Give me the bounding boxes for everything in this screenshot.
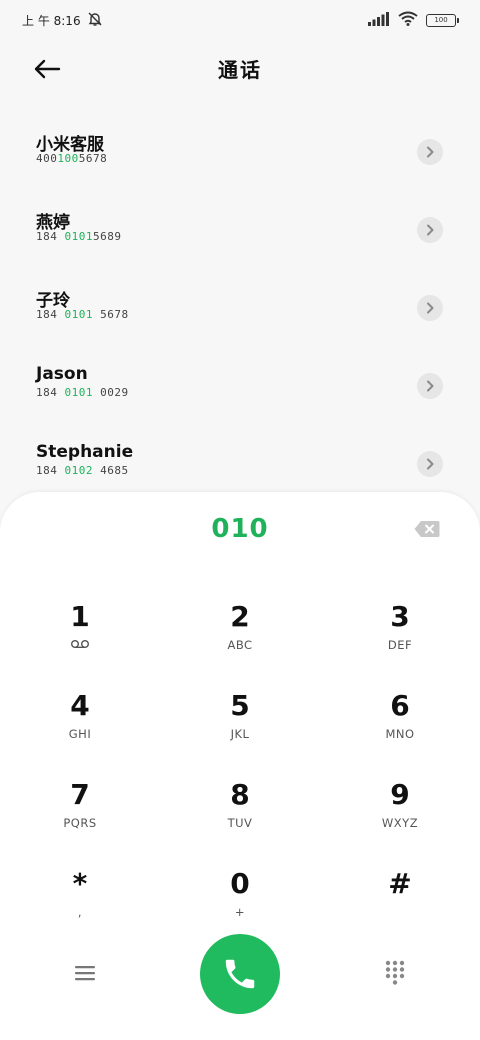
- key-digit: 0: [230, 867, 250, 900]
- key-letters: PQRS: [63, 816, 97, 830]
- dialer-panel: 010 1 2 ABC 3 DEF 4 GHI 5 JKL 6 MNO 7 PQ…: [0, 492, 480, 1040]
- status-left: 上 午 8:16: [22, 11, 103, 30]
- key-digit: 2: [230, 600, 250, 633]
- contact-list: 小米客服 4001005678 燕婷 184 01015689 子玲 184 0…: [0, 116, 480, 506]
- dialer-bottom-bar: [0, 934, 480, 1018]
- number-suffix: 5689: [93, 230, 122, 243]
- key-letters: DEF: [387, 638, 413, 652]
- number-prefix: 184: [36, 230, 65, 243]
- key-letters: ,: [77, 905, 83, 919]
- key-letters: MNO: [385, 727, 415, 741]
- status-time: 上 午 8:16: [22, 13, 81, 28]
- contact-detail-button[interactable]: [417, 451, 443, 477]
- dialed-number: 010: [211, 514, 269, 544]
- keypad: 1 2 ABC 3 DEF 4 GHI 5 JKL 6 MNO 7 PQRS 8…: [0, 596, 480, 952]
- mute-notification-icon: [87, 11, 103, 30]
- contact-number: 184 0101 5678: [36, 308, 480, 321]
- contact-name: 小米客服: [36, 135, 104, 155]
- number-suffix: 5678: [93, 308, 129, 321]
- contact-name: 子玲: [36, 291, 70, 311]
- key-1[interactable]: 1: [0, 596, 160, 685]
- key-5[interactable]: 5 JKL: [160, 685, 320, 774]
- battery-icon: 100: [426, 13, 459, 27]
- key-6[interactable]: 6 MNO: [320, 685, 480, 774]
- key-digit: 3: [390, 600, 410, 633]
- contact-row[interactable]: 小米客服 4001005678: [0, 116, 480, 194]
- key-digit: 6: [390, 689, 410, 722]
- contact-row[interactable]: Jason 184 0101 0029: [0, 350, 480, 428]
- contact-detail-button[interactable]: [417, 217, 443, 243]
- key-digit: 7: [70, 778, 90, 811]
- number-match: 0101: [64, 230, 93, 243]
- contact-row[interactable]: 子玲 184 0101 5678: [0, 272, 480, 350]
- key-4[interactable]: 4 GHI: [0, 685, 160, 774]
- battery-level: 100: [434, 16, 448, 24]
- key-letters: JKL: [230, 727, 250, 741]
- backspace-icon: [414, 521, 440, 537]
- number-match: 0101: [64, 386, 93, 399]
- number-prefix: 400: [36, 152, 58, 165]
- number-suffix: 0029: [93, 386, 129, 399]
- contact-number: 184 01015689: [36, 230, 480, 243]
- key-2[interactable]: 2 ABC: [160, 596, 320, 685]
- status-bar: 上 午 8:16 100: [0, 0, 480, 40]
- number-prefix: 184: [36, 464, 65, 477]
- page-title: 通话: [218, 58, 262, 82]
- wifi-icon: [398, 11, 418, 29]
- chevron-right-icon: [427, 302, 434, 314]
- number-prefix: 184: [36, 308, 65, 321]
- call-button[interactable]: [200, 934, 280, 1014]
- key-letters: GHI: [68, 727, 92, 741]
- contact-row[interactable]: 燕婷 184 01015689: [0, 194, 480, 272]
- contact-name: 燕婷: [36, 213, 70, 233]
- contact-number: 4001005678: [36, 152, 480, 165]
- key-digit: 8: [230, 778, 250, 811]
- number-suffix: 5678: [78, 152, 108, 165]
- key-digit: *: [72, 867, 88, 900]
- contact-detail-button[interactable]: [417, 373, 443, 399]
- menu-icon: [75, 966, 95, 981]
- key-digit: 4: [70, 689, 90, 722]
- contact-number: 184 0102 4685: [36, 464, 480, 477]
- key-letters: WXYZ: [381, 816, 419, 830]
- key-digit: 9: [390, 778, 410, 811]
- number-suffix: 4685: [93, 464, 129, 477]
- chevron-right-icon: [427, 458, 434, 470]
- key-letters: ABC: [227, 638, 253, 652]
- voicemail-icon: [70, 638, 90, 652]
- chevron-right-icon: [427, 380, 434, 392]
- number-prefix: 184: [36, 386, 65, 399]
- delete-button[interactable]: [414, 520, 440, 538]
- key-7[interactable]: 7 PQRS: [0, 774, 160, 863]
- status-right: 100: [368, 11, 459, 29]
- number-match: 0101: [64, 308, 93, 321]
- number-match: 100: [57, 152, 79, 165]
- contact-name: Jason: [36, 364, 88, 384]
- header: 通话: [0, 44, 480, 96]
- contact-number: 184 0101 0029: [36, 386, 480, 399]
- menu-button[interactable]: [72, 960, 98, 986]
- signal-icon: [368, 11, 390, 29]
- contact-name: Stephanie: [36, 442, 134, 462]
- contact-detail-button[interactable]: [417, 139, 443, 165]
- number-match: 0102: [64, 464, 93, 477]
- key-digit: 5: [230, 689, 250, 722]
- chevron-right-icon: [427, 224, 434, 236]
- key-letters: +: [234, 905, 246, 919]
- keypad-toggle-button[interactable]: [384, 960, 406, 986]
- phone-icon: [225, 959, 255, 989]
- contact-detail-button[interactable]: [417, 295, 443, 321]
- key-digit: 1: [70, 600, 90, 633]
- dialpad-icon: [385, 960, 405, 985]
- key-letters: TUV: [227, 816, 253, 830]
- chevron-right-icon: [427, 146, 434, 158]
- key-3[interactable]: 3 DEF: [320, 596, 480, 685]
- key-9[interactable]: 9 WXYZ: [320, 774, 480, 863]
- key-digit: #: [388, 867, 412, 900]
- key-8[interactable]: 8 TUV: [160, 774, 320, 863]
